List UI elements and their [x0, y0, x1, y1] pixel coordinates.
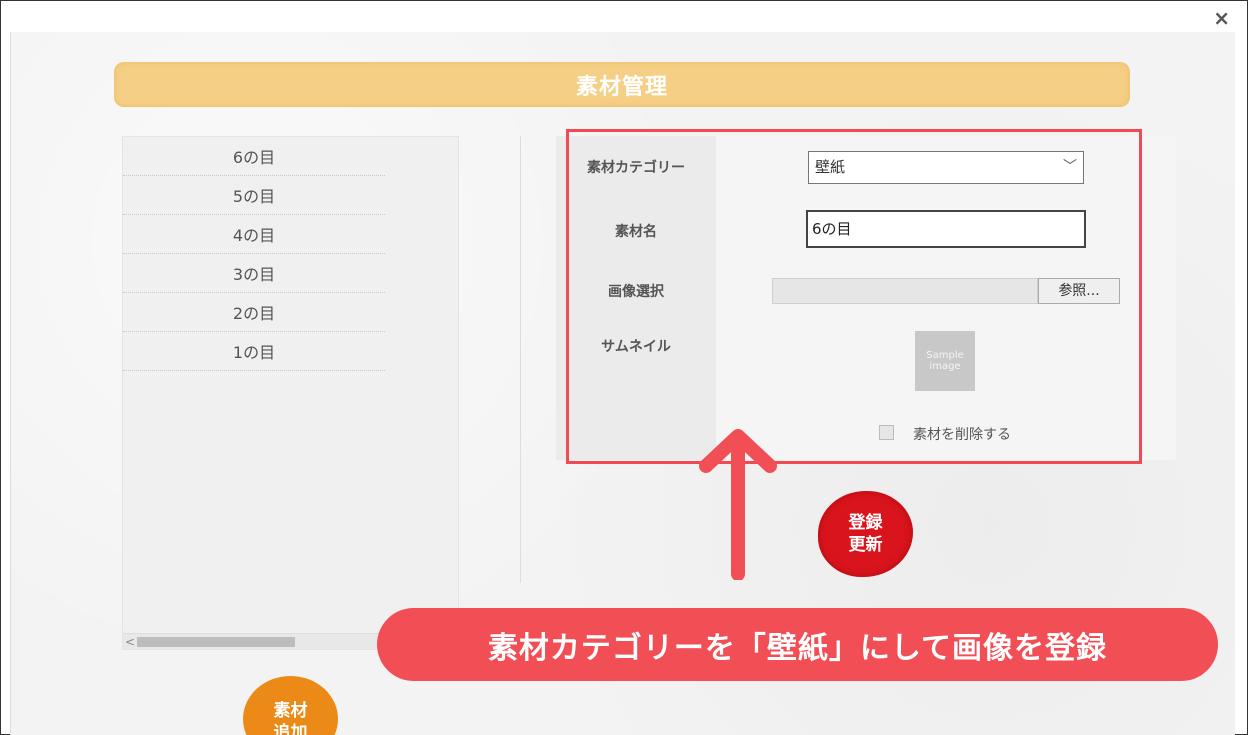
delete-label: 素材を削除する [913, 427, 1011, 443]
delete-cell: 素材を削除する [716, 406, 1176, 460]
register-line2: 更新 [848, 535, 883, 555]
sample-text-line2: image [929, 361, 961, 372]
add-line1: 素材 [273, 701, 308, 721]
name-label: 素材名 [556, 198, 716, 264]
list-item[interactable]: 4の目 [123, 215, 385, 254]
page-title: 素材管理 [114, 62, 1130, 107]
instruction-callout: 素材カテゴリーを「壁紙」にして画像を登録 [377, 608, 1218, 681]
category-selected-value: 壁紙 [815, 158, 846, 176]
material-list: 6の目 5の目 4の目 3の目 2の目 1の目 < [122, 136, 459, 650]
file-path-field[interactable] [772, 278, 1038, 304]
add-line2: 追加 [273, 723, 308, 735]
thumbnail-cell: Sample image [716, 318, 1176, 406]
thumbnail-label: サムネイル [556, 318, 716, 406]
name-cell: 6の目 [716, 198, 1176, 264]
list-item[interactable]: 1の目 [123, 332, 385, 371]
up-arrow-icon [699, 429, 777, 580]
sample-text-line1: Sample [926, 350, 964, 361]
category-label: 素材カテゴリー [556, 136, 716, 198]
register-line1: 登録 [848, 513, 883, 533]
material-name-input[interactable]: 6の目 [806, 210, 1086, 248]
chevron-down-icon: ﹀ [1063, 159, 1077, 175]
list-item[interactable]: 5の目 [123, 176, 385, 215]
category-cell: 壁紙 ﹀ [716, 136, 1176, 198]
column-divider [520, 136, 521, 583]
list-item[interactable]: 6の目 [123, 137, 385, 176]
thumbnail-row: サムネイル Sample image [556, 318, 1176, 406]
browse-button[interactable]: 参照... [1038, 278, 1120, 304]
image-select-label: 画像選択 [556, 264, 716, 318]
sample-image-thumbnail: Sample image [915, 331, 975, 391]
name-row: 素材名 6の目 [556, 198, 1176, 264]
delete-checkbox[interactable] [879, 425, 894, 440]
list-item[interactable]: 2の目 [123, 293, 385, 332]
close-icon[interactable]: × [1213, 8, 1230, 28]
image-row: 画像選択 参照... [556, 264, 1176, 318]
image-cell: 参照... [716, 264, 1176, 318]
category-row: 素材カテゴリー 壁紙 ﹀ [556, 136, 1176, 198]
material-form: 素材カテゴリー 壁紙 ﹀ 素材名 6の目 画像選択 参照... サムネイル Sa… [556, 136, 1176, 460]
scrollbar-thumb[interactable] [137, 637, 295, 647]
delete-row-label [556, 406, 716, 460]
category-select[interactable]: 壁紙 ﹀ [808, 151, 1084, 184]
scroll-left-icon[interactable]: < [125, 634, 135, 650]
delete-row: 素材を削除する [556, 406, 1176, 460]
list-item[interactable]: 3の目 [123, 254, 385, 293]
